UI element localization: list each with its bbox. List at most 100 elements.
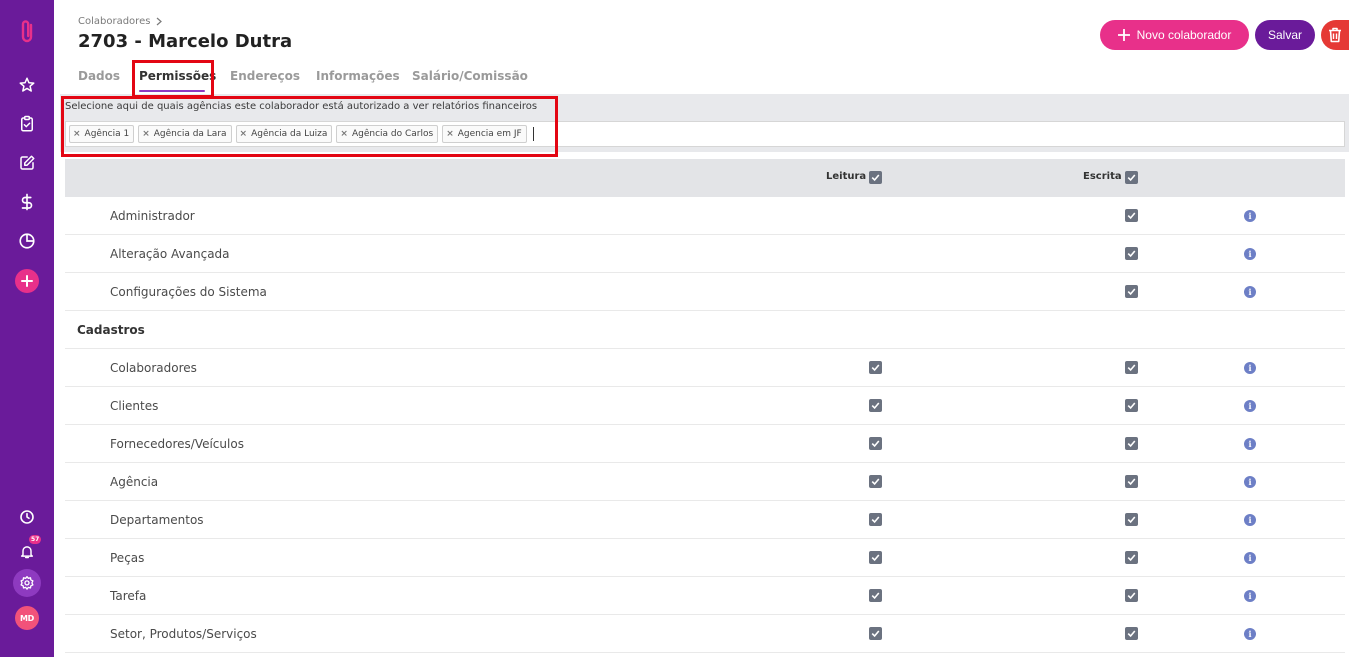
sidebar-item-profile[interactable]: MD (0, 605, 54, 631)
read-checkbox[interactable] (869, 513, 882, 526)
permission-label: Departamentos (110, 513, 204, 527)
write-checkbox[interactable] (1125, 361, 1138, 374)
page-title: 2703 - Marcelo Dutra (78, 31, 293, 52)
table-row: Departamentos i (65, 501, 1345, 539)
check-icon (871, 592, 880, 600)
sidebar-item-finance[interactable] (0, 189, 54, 215)
sidebar-item-notes[interactable] (0, 150, 54, 176)
info-icon[interactable]: i (1244, 362, 1256, 374)
permission-label: Agência (110, 475, 159, 489)
avatar: MD (15, 606, 39, 630)
new-employee-button[interactable]: Novo colaborador (1100, 20, 1249, 50)
table-row: Agência i (65, 463, 1345, 501)
sidebar-item-history[interactable] (0, 504, 54, 530)
tab-dados[interactable]: Dados (78, 69, 120, 83)
permissions-table-header (65, 159, 1345, 197)
info-icon[interactable]: i (1244, 590, 1256, 602)
star-icon (19, 77, 35, 92)
bell-icon (20, 545, 34, 558)
sidebar-item-tasks[interactable] (0, 111, 54, 137)
plus-icon (1117, 29, 1130, 41)
check-icon (1127, 440, 1136, 448)
permission-label: Peças (110, 551, 145, 565)
permission-label: Fornecedores/Veículos (110, 437, 244, 451)
info-icon[interactable]: i (1244, 476, 1256, 488)
read-checkbox[interactable] (869, 437, 882, 450)
check-icon (871, 174, 880, 182)
permission-label: Clientes (110, 399, 159, 413)
sidebar-item-favorites[interactable] (0, 72, 54, 98)
sidebar-item-notifications[interactable]: 57 (0, 535, 54, 564)
write-checkbox[interactable] (1125, 399, 1138, 412)
check-icon (1127, 250, 1136, 258)
check-icon (871, 516, 880, 524)
paperclip-logo-icon (21, 20, 33, 43)
write-checkbox[interactable] (1125, 551, 1138, 564)
read-checkbox[interactable] (869, 399, 882, 412)
table-row: Colaboradores i (65, 349, 1345, 387)
check-icon (871, 630, 880, 638)
write-checkbox[interactable] (1125, 513, 1138, 526)
info-icon[interactable]: i (1244, 210, 1256, 222)
info-icon[interactable]: i (1244, 628, 1256, 640)
table-section-header: Cadastros (65, 311, 1345, 349)
check-icon (1127, 364, 1136, 372)
read-checkbox[interactable] (869, 551, 882, 564)
info-icon[interactable]: i (1244, 438, 1256, 450)
dollar-icon (21, 193, 33, 211)
permission-label: Configurações do Sistema (110, 285, 267, 299)
sidebar: 57 MD (0, 0, 54, 657)
app-logo[interactable] (0, 19, 54, 45)
table-row: Alteração Avançada i (65, 235, 1345, 273)
check-icon (1127, 288, 1136, 296)
delete-button[interactable] (1321, 20, 1349, 50)
read-all-checkbox[interactable] (869, 171, 882, 184)
write-checkbox[interactable] (1125, 627, 1138, 640)
write-checkbox[interactable] (1125, 247, 1138, 260)
new-employee-button-label: Novo colaborador (1136, 28, 1232, 42)
info-icon[interactable]: i (1244, 248, 1256, 260)
info-icon[interactable]: i (1244, 286, 1256, 298)
table-row: Administrador i (65, 197, 1345, 235)
trash-icon (1329, 27, 1341, 43)
sidebar-item-settings[interactable] (0, 569, 54, 597)
write-checkbox[interactable] (1125, 437, 1138, 450)
notification-badge: 57 (29, 535, 42, 544)
permission-label: Administrador (110, 209, 195, 223)
check-icon (871, 402, 880, 410)
sidebar-item-add[interactable] (0, 268, 54, 294)
gear-icon (20, 576, 34, 590)
info-icon[interactable]: i (1244, 400, 1256, 412)
section-label: Cadastros (77, 323, 145, 337)
check-icon (871, 478, 880, 486)
info-icon[interactable]: i (1244, 552, 1256, 564)
pie-chart-icon (19, 233, 35, 249)
tab-enderecos[interactable]: Endereços (230, 69, 300, 83)
check-icon (1127, 516, 1136, 524)
write-checkbox[interactable] (1125, 209, 1138, 222)
breadcrumb: Colaboradores (78, 16, 163, 27)
write-checkbox[interactable] (1125, 285, 1138, 298)
write-all-checkbox[interactable] (1125, 171, 1138, 184)
breadcrumb-link[interactable]: Colaboradores (78, 16, 150, 27)
info-icon[interactable]: i (1244, 514, 1256, 526)
save-button[interactable]: Salvar (1255, 20, 1315, 50)
write-checkbox[interactable] (1125, 475, 1138, 488)
permission-label: Tarefa (110, 589, 147, 603)
highlight-box-agencies (61, 96, 558, 157)
read-checkbox[interactable] (869, 627, 882, 640)
read-checkbox[interactable] (869, 475, 882, 488)
permission-label: Colaboradores (110, 361, 197, 375)
clipboard-icon (21, 115, 33, 132)
check-icon (1127, 174, 1136, 182)
write-checkbox[interactable] (1125, 589, 1138, 602)
check-icon (871, 364, 880, 372)
read-checkbox[interactable] (869, 361, 882, 374)
edit-icon (20, 155, 35, 170)
tab-informacoes[interactable]: Informações (316, 69, 400, 83)
clock-icon (20, 510, 34, 524)
tab-salario-comissao[interactable]: Salário/Comissão (412, 69, 528, 83)
sidebar-item-reports[interactable] (0, 228, 54, 254)
table-row: Fornecedores/Veículos i (65, 425, 1345, 463)
read-checkbox[interactable] (869, 589, 882, 602)
